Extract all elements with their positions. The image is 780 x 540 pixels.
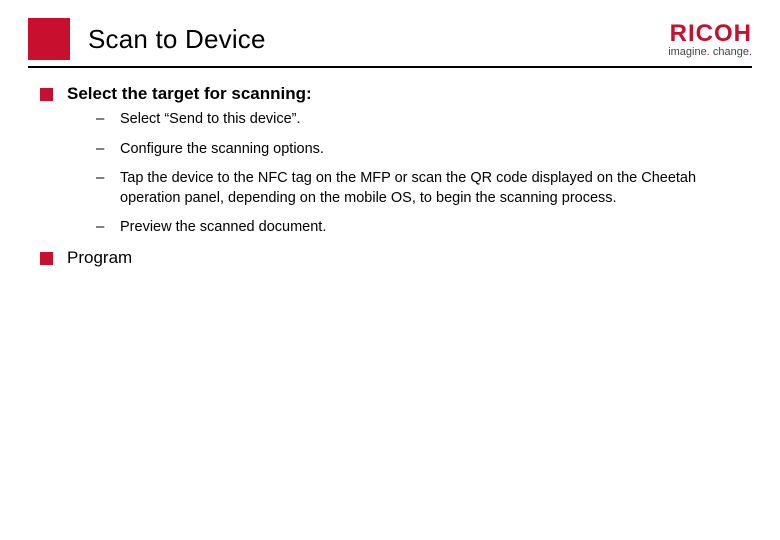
list-item: – Tap the device to the NFC tag on the M…: [96, 169, 720, 208]
bullet-section-1: Select the target for scanning:: [40, 84, 740, 104]
tagline-word-2: change: [713, 46, 749, 58]
slide-title: Scan to Device: [88, 24, 266, 55]
dash-bullet-icon: –: [96, 110, 106, 127]
brand-logo: RICOH imagine. change.: [668, 18, 752, 58]
brand-name: RICOH: [668, 20, 752, 48]
dash-bullet-icon: –: [96, 140, 106, 157]
dash-bullet-icon: –: [96, 169, 106, 186]
square-bullet-icon: [40, 88, 53, 101]
list-item: – Select “Send to this device”.: [96, 110, 720, 130]
section-1-sublist: – Select “Send to this device”. – Config…: [40, 110, 740, 238]
tagline-dot-1: .: [707, 46, 710, 58]
list-item: – Preview the scanned document.: [96, 218, 720, 238]
square-bullet-icon: [40, 252, 53, 265]
sub-item-text: Tap the device to the NFC tag on the MFP…: [120, 169, 720, 208]
section-1-heading: Select the target for scanning:: [67, 84, 312, 104]
slide-content: Select the target for scanning: – Select…: [0, 68, 780, 268]
title-block: Scan to Device: [28, 18, 668, 60]
section-2-heading: Program: [67, 248, 132, 268]
list-item: – Configure the scanning options.: [96, 140, 720, 160]
sub-item-text: Configure the scanning options.: [120, 140, 324, 160]
sub-item-text: Select “Send to this device”.: [120, 110, 301, 130]
title-accent-square: [28, 18, 70, 60]
sub-item-text: Preview the scanned document.: [120, 218, 326, 238]
tagline-word-1: imagine: [668, 46, 707, 58]
bullet-section-2: Program: [40, 248, 740, 268]
brand-tagline: imagine. change.: [668, 46, 752, 58]
slide-header: Scan to Device RICOH imagine. change.: [0, 0, 780, 60]
dash-bullet-icon: –: [96, 218, 106, 235]
tagline-dot-2: .: [749, 46, 752, 58]
